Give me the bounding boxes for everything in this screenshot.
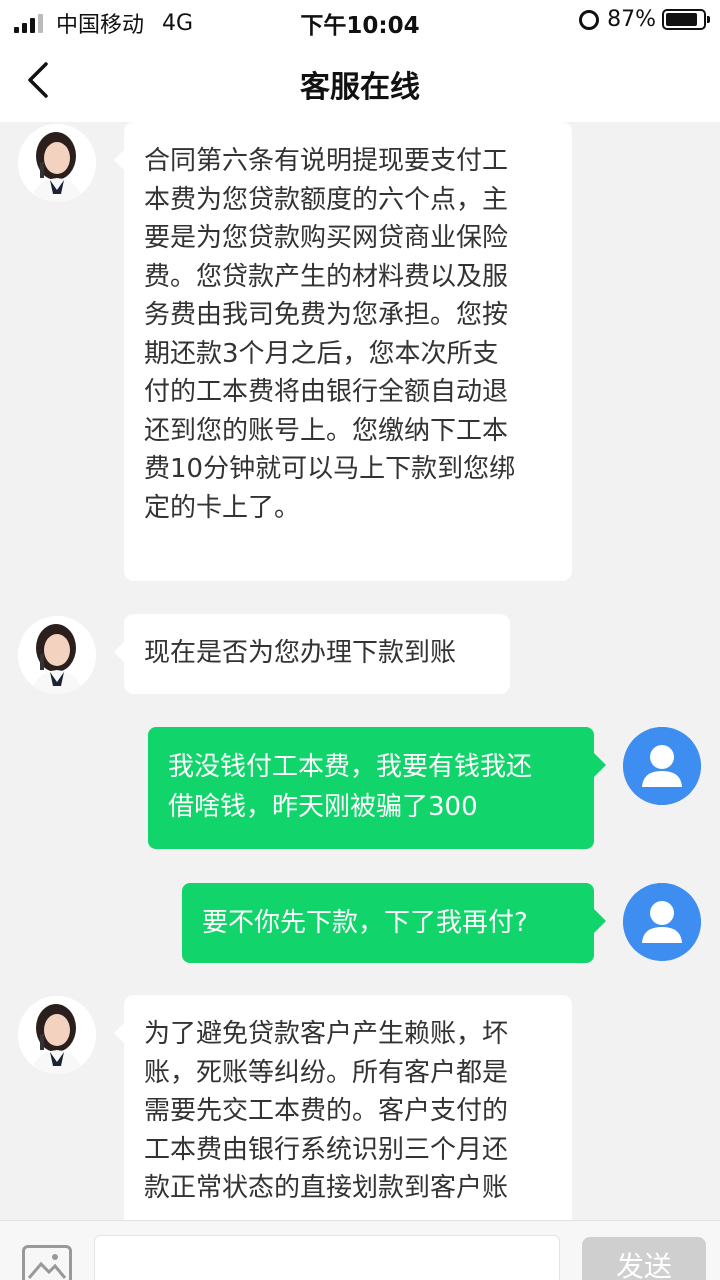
message-line: 合同第六条有说明提现要支付工 <box>144 146 509 176</box>
send-button[interactable]: 发送 <box>582 1237 706 1280</box>
agent-message-bubble: 现在是否为您办理下款到账 <box>114 614 510 694</box>
chat-list[interactable]: 合同第六条有说明提现要支付工 本费为您贷款额度的六个点，主 要是为您贷款购买网贷… <box>0 122 720 1220</box>
message-line: 定的卡上了。 <box>144 492 301 523</box>
input-bar: 发送 <box>0 1220 720 1280</box>
image-icon <box>27 1254 67 1279</box>
message-line: 费。您贷款产生的材料费以及服 <box>144 261 509 292</box>
agent-avatar-image <box>18 616 96 694</box>
user-avatar-icon <box>623 883 701 961</box>
message-line: 现在是否为您办理下款到账 <box>144 638 457 668</box>
user-avatar[interactable] <box>623 883 701 961</box>
agent-message-bubble: 合同第六条有说明提现要支付工 本费为您贷款额度的六个点，主 要是为您贷款购买网贷… <box>114 122 572 581</box>
message-input[interactable] <box>94 1235 560 1280</box>
message-line: 我没钱付工本费，我要有钱我还 <box>168 752 533 782</box>
user-avatar[interactable] <box>623 727 701 805</box>
message-line: 付的工本费将由银行全额自动退 <box>144 377 509 407</box>
agent-avatar-image <box>18 124 96 202</box>
message-line: 要是为您贷款购买网贷商业保险 <box>144 223 509 253</box>
user-avatar-icon <box>623 727 701 805</box>
agent-avatar-image <box>18 996 96 1074</box>
message-line: 工本费由银行系统识别三个月还 <box>144 1134 509 1165</box>
nav-bar: 客服在线 <box>0 40 720 122</box>
message-line: 款正常状态的直接划款到客户账 <box>144 1173 509 1203</box>
agent-avatar[interactable] <box>18 996 96 1074</box>
page-title: 客服在线 <box>300 70 420 105</box>
alarm-icon <box>579 9 600 30</box>
message-line: 要不你先下款，下了我再付? <box>202 908 528 938</box>
agent-avatar[interactable] <box>18 616 96 694</box>
message-line: 账，死账等纠纷。所有客户都是 <box>144 1057 509 1088</box>
message-line: 还到您的账号上。您缴纳下工本 <box>144 415 509 446</box>
agent-avatar[interactable] <box>18 124 96 202</box>
message-line: 费10分钟就可以马上下款到您绑 <box>144 454 516 484</box>
message-line: 需要先交工本费的。客户支付的 <box>144 1096 509 1126</box>
battery-percent: 87% <box>607 7 656 32</box>
message-line: 务费由我司免费为您承担。您按 <box>144 300 509 330</box>
agent-message-bubble: 为了避免贷款客户产生赖账，坏 账，死账等纠纷。所有客户都是 需要先交工本费的。客… <box>114 995 572 1220</box>
user-message-bubble: 要不你先下款，下了我再付? <box>182 883 606 963</box>
status-bar: 中国移动 4G 下午10:04 87% <box>0 0 720 40</box>
message-line: 为了避免贷款客户产生赖账，坏 <box>144 1019 509 1049</box>
message-line: 本费为您贷款额度的六个点，主 <box>144 184 509 215</box>
battery-icon <box>662 9 710 30</box>
image-picker-button[interactable] <box>22 1245 72 1280</box>
message-line: 借啥钱，昨天刚被骗了300 <box>168 792 478 822</box>
user-message-bubble: 我没钱付工本费，我要有钱我还 借啥钱，昨天刚被骗了300 <box>148 727 606 849</box>
message-line: 期还款3个月之后，您本次所支 <box>144 338 499 369</box>
